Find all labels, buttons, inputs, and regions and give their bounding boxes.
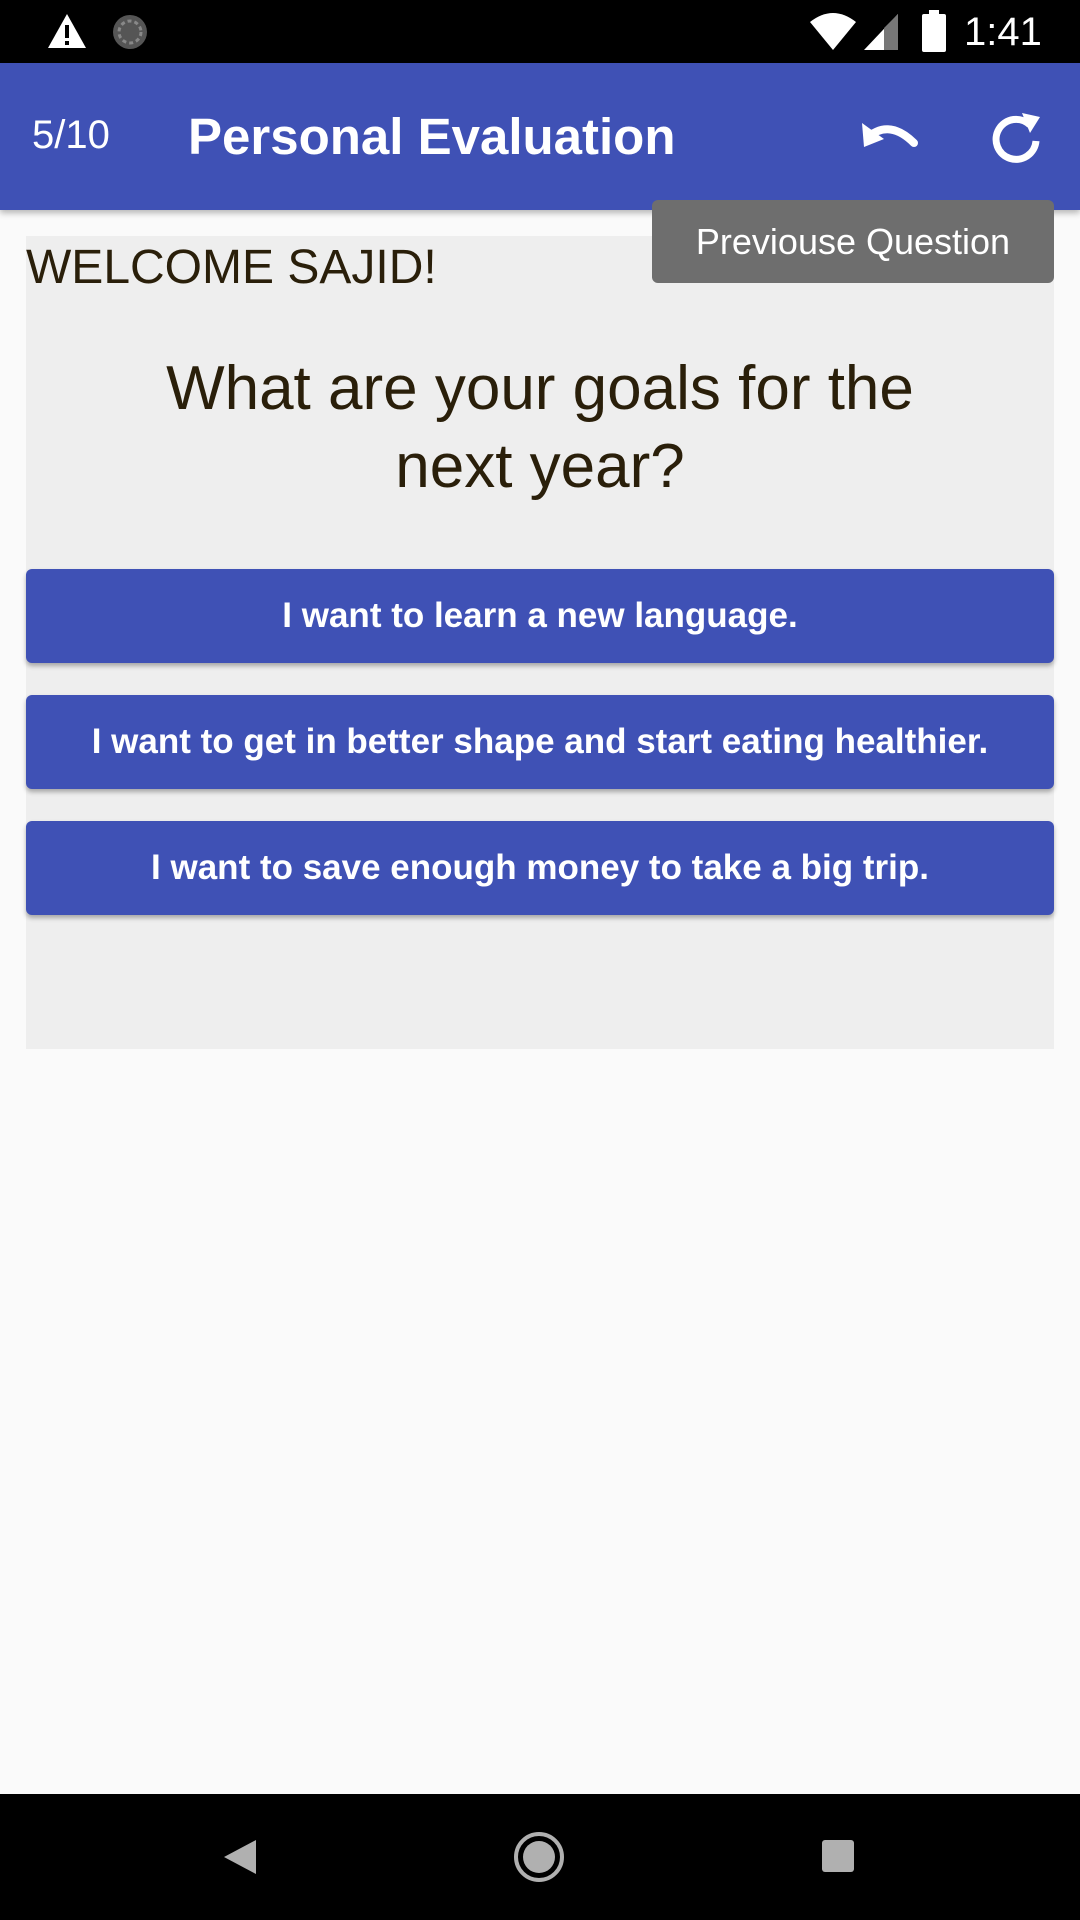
answer-label: I want to learn a new language. [282,596,798,635]
undo-icon [862,123,918,147]
refresh-icon [992,113,1040,163]
alert-icon [48,14,86,48]
answer-label: I want to save enough money to take a bi… [151,848,929,887]
home-button[interactable] [512,1830,566,1884]
back-button[interactable] [216,1832,266,1882]
sync-icon [113,15,147,49]
signal-icon [864,14,898,50]
tooltip: Previouse Question [652,200,1054,283]
battery-icon [922,10,946,52]
welcome-text: WELCOME SAJID! [26,241,437,294]
navigation-bar [0,1794,1080,1920]
page-title: Personal Evaluation [188,108,676,165]
undo-button[interactable] [854,103,926,175]
wifi-icon [810,13,856,50]
back-icon [224,1840,256,1874]
app-bar: 5/10 Personal Evaluation [0,63,1080,210]
recents-icon [822,1840,854,1872]
clock: 1:41 [964,10,1042,54]
home-icon [514,1832,564,1882]
question-text: What are your goals for the next year? [166,354,914,501]
status-bar: 1:41 [0,0,1080,63]
tooltip-text: Previouse Question [695,220,1011,262]
recents-button[interactable] [818,1836,858,1876]
answer-button-2[interactable]: I want to get in better shape and start … [26,695,1054,789]
screen: 1:41 5/10 Personal Evaluation Previouse … [0,0,1080,1920]
answer-label: I want to get in better shape and start … [91,722,989,761]
question-counter: 5/10 [32,113,110,157]
answer-button-3[interactable]: I want to save enough money to take a bi… [26,821,1054,915]
answer-button-1[interactable]: I want to learn a new language. [26,569,1054,663]
refresh-button[interactable] [980,103,1052,175]
